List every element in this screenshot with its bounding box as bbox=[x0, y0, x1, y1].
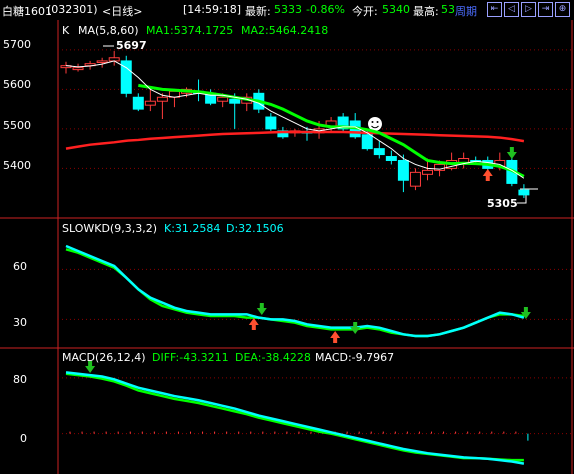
candle-body bbox=[217, 96, 229, 102]
panel-frames bbox=[0, 20, 574, 474]
kd-d-line bbox=[65, 248, 525, 338]
candle-body bbox=[156, 96, 168, 102]
candle-body bbox=[397, 159, 409, 181]
candle-body bbox=[72, 67, 84, 71]
candle-body bbox=[132, 96, 144, 110]
kd-sell-arrow-icon bbox=[350, 322, 361, 334]
ytick-kd-60: 60 bbox=[13, 260, 27, 273]
candle-body bbox=[96, 60, 108, 63]
candle-body bbox=[518, 189, 530, 196]
kd-d-value: D:32.1506 bbox=[226, 222, 284, 235]
candle-body bbox=[409, 171, 421, 187]
candle-body bbox=[144, 100, 156, 106]
candle-body bbox=[373, 148, 385, 156]
macd-histogram-value: MACD:-9.7967 bbox=[315, 351, 394, 364]
macd-title: MACD(26,12,4) bbox=[62, 351, 146, 364]
ytick-5500: 5500 bbox=[3, 119, 31, 132]
kd-title: SLOWKD(9,3,3,2) bbox=[62, 222, 157, 235]
candle-body bbox=[385, 156, 397, 161]
buy-signal-arrow-icon bbox=[482, 169, 493, 181]
macd-diff-value: DIFF:-43.3211 bbox=[152, 351, 229, 364]
ytick-5400: 5400 bbox=[3, 159, 31, 172]
kline-chart[interactable]: 5700 5600 5500 5400 60 30 80 0 K MA(5,8,… bbox=[0, 0, 574, 474]
kd-k-value: K:31.2584 bbox=[164, 222, 220, 235]
macd-diff-line bbox=[65, 371, 525, 465]
ma1-value: MA1:5374.1725 bbox=[146, 24, 233, 37]
kd-sell-arrow-icon bbox=[256, 303, 267, 315]
candle-body bbox=[361, 134, 373, 150]
high-note: 5697 bbox=[116, 39, 147, 52]
macd-dea-value: DEA:-38.4228 bbox=[235, 351, 311, 364]
ytick-macd-0: 0 bbox=[20, 432, 27, 445]
candle-body bbox=[265, 116, 277, 130]
candle-body bbox=[229, 98, 241, 104]
ma2-value: MA2:5464.2418 bbox=[241, 24, 328, 37]
ma-title: MA(5,8,60) bbox=[78, 24, 139, 37]
chart-series bbox=[60, 51, 531, 465]
low-note: 5305 bbox=[487, 197, 518, 210]
indicator-k-label: K bbox=[62, 24, 70, 37]
ytick-macd-80: 80 bbox=[13, 373, 27, 386]
sell-signal-arrow-icon bbox=[506, 147, 517, 159]
ytick-5600: 5600 bbox=[3, 78, 31, 91]
candle-body bbox=[422, 169, 433, 175]
ytick-kd-30: 30 bbox=[13, 316, 27, 329]
kd-buy-arrow-icon bbox=[330, 331, 341, 343]
ytick-5700: 5700 bbox=[3, 38, 31, 51]
